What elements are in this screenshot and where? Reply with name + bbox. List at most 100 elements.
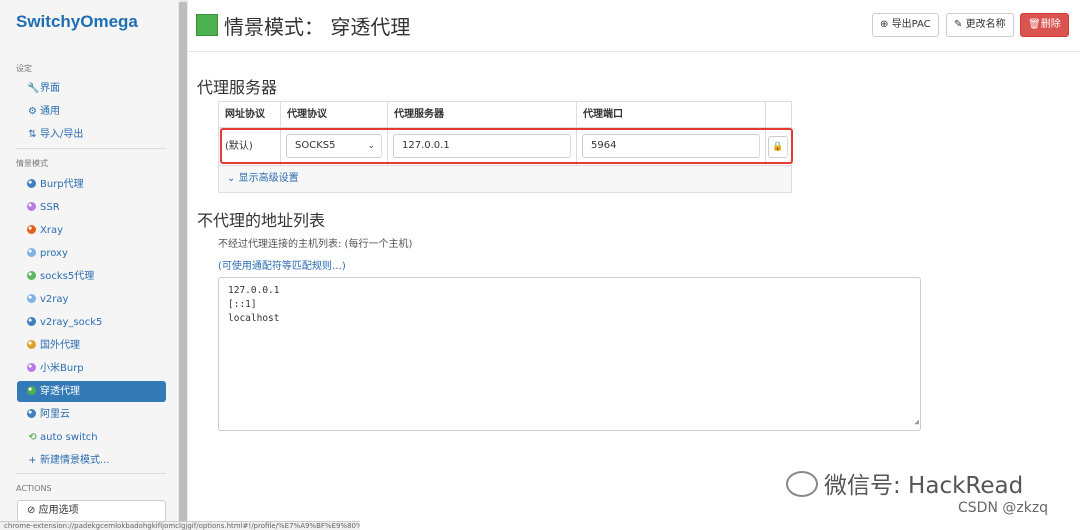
proxy-port-input[interactable]: 5964 xyxy=(582,134,760,158)
sidebar-item-label: v2ray_sock5 xyxy=(40,317,103,328)
sidebar-item-label: 穿透代理 xyxy=(40,386,80,397)
sidebar-item-label: SSR xyxy=(40,202,60,213)
app-logo[interactable]: SwitchyOmega xyxy=(16,12,138,32)
sidebar-item-profile-active[interactable]: 穿透代理 xyxy=(17,381,166,402)
globe-icon xyxy=(27,317,36,326)
sidebar-item-profile[interactable]: 阿里云 xyxy=(17,404,166,425)
column-header-scheme: 网址协议 xyxy=(219,102,281,127)
globe-icon xyxy=(27,179,36,188)
sidebar-item-profile[interactable]: 小米Burp xyxy=(17,358,166,379)
scheme-cell: (默认) xyxy=(219,128,281,165)
rename-label: 更改名称 xyxy=(965,19,1006,30)
table-row: (默认) SOCKS5 ⌄ 127.0.0.1 5964 🔒 xyxy=(219,128,791,166)
sidebar-item-label: proxy xyxy=(40,248,68,259)
protocol-select[interactable]: SOCKS5 ⌄ xyxy=(286,134,382,158)
sidebar-item-label: 小米Burp xyxy=(40,363,84,374)
delete-button[interactable]: 🗑删除 xyxy=(1020,13,1069,37)
new-profile-button[interactable]: + 新建情景模式... xyxy=(17,450,166,471)
export-pac-label: 导出PAC xyxy=(891,19,931,30)
sidebar-divider xyxy=(16,473,166,474)
sidebar-item-label: socks5代理 xyxy=(40,271,95,282)
table-header: 网址协议 代理协议 代理服务器 代理端口 xyxy=(219,102,791,128)
globe-icon xyxy=(27,294,36,303)
port-cell: 5964 xyxy=(577,128,766,165)
resize-handle-icon[interactable]: ◢ xyxy=(914,415,919,429)
column-header-actions xyxy=(766,102,791,127)
sidebar-item-label: 新建情景模式... xyxy=(40,455,110,466)
sidebar-item-profile[interactable]: Burp代理 xyxy=(17,174,166,195)
sidebar: SwitchyOmega 设定 🔧界面 ⚙ 通用 ⇅ 导入/导出 情景模式 Burp… xyxy=(0,0,178,530)
import-export-icon: ⇅ xyxy=(28,129,37,140)
profiles-section-label: 情景模式 xyxy=(16,159,48,168)
sidebar-item-label: 导入/导出 xyxy=(40,129,84,140)
refresh-icon: ⟲ xyxy=(28,432,37,443)
globe-icon xyxy=(27,225,36,234)
column-header-port: 代理端口 xyxy=(577,102,766,127)
protocol-cell: SOCKS5 ⌄ xyxy=(281,128,388,165)
sidebar-item-import-export[interactable]: ⇅ 导入/导出 xyxy=(17,124,166,145)
auth-cell: 🔒 xyxy=(766,135,791,158)
show-advanced-label: 显示高级设置 xyxy=(238,173,299,184)
delete-label: 删除 xyxy=(1040,19,1061,30)
wechat-icon xyxy=(786,471,818,497)
server-cell: 127.0.0.1 xyxy=(388,128,577,165)
scrollbar-thumb[interactable] xyxy=(179,2,187,522)
proxy-host-input[interactable]: 127.0.0.1 xyxy=(393,134,571,158)
sidebar-item-profile[interactable]: Xray xyxy=(17,220,166,241)
bypass-description: 不经过代理连接的主机列表: (每行一个主机) xyxy=(218,239,413,250)
trash-icon: 🗑 xyxy=(1028,19,1041,30)
wildcard-help-link[interactable]: (可使用通配符等匹配规则…) xyxy=(218,257,346,272)
sidebar-item-label: 通用 xyxy=(40,106,60,117)
globe-icon xyxy=(27,386,36,395)
actions-section-label: ACTIONS xyxy=(16,484,52,493)
profile-color-swatch[interactable] xyxy=(196,14,218,36)
sidebar-item-interface[interactable]: 🔧界面 xyxy=(17,78,166,99)
wrench-icon: 🔧 xyxy=(27,83,40,94)
sidebar-item-label: 界面 xyxy=(40,83,60,94)
lock-icon[interactable]: 🔒 xyxy=(768,135,788,158)
sidebar-item-label: Burp代理 xyxy=(40,179,84,190)
wechat-watermark-text: 微信号: HackRead xyxy=(824,473,1024,499)
sidebar-item-profile[interactable]: SSR xyxy=(17,197,166,218)
proxy-servers-heading: 代理服务器 xyxy=(197,78,278,97)
app-root: SwitchyOmega 设定 🔧界面 ⚙ 通用 ⇅ 导入/导出 情景模式 Burp… xyxy=(0,0,1080,530)
sidebar-item-label: v2ray xyxy=(40,294,69,305)
apply-options-label: 应用选项 xyxy=(38,505,79,516)
globe-icon xyxy=(27,202,36,211)
settings-section-label: 设定 xyxy=(16,64,32,73)
rename-button[interactable]: ✎ 更改名称 xyxy=(946,13,1014,37)
protocol-value: SOCKS5 xyxy=(295,140,336,151)
browser-status-bar: chrome-extension://padekgcemlokbadohgkif… xyxy=(0,521,360,530)
sidebar-item-label: auto switch xyxy=(40,432,98,443)
sidebar-item-label: Xray xyxy=(40,225,64,236)
globe-icon xyxy=(27,363,36,372)
sidebar-item-profile[interactable]: v2ray_sock5 xyxy=(17,312,166,333)
sidebar-item-auto-switch[interactable]: ⟲ auto switch xyxy=(17,427,166,448)
globe-icon xyxy=(27,271,36,280)
proxy-servers-table: 网址协议 代理协议 代理服务器 代理端口 (默认) SOCKS5 ⌄ 127.0… xyxy=(218,101,792,193)
check-circle-icon: ⊘ xyxy=(27,505,36,516)
bypass-list-textarea[interactable]: 127.0.0.1 [::1] localhost ◢ xyxy=(218,277,921,431)
apply-options-button[interactable]: ⊘ 应用选项 xyxy=(17,500,166,522)
bypass-list-heading: 不代理的地址列表 xyxy=(197,211,326,230)
column-header-server: 代理服务器 xyxy=(388,102,577,127)
show-advanced-link[interactable]: ⌄ 显示高级设置 xyxy=(219,166,791,192)
export-pac-button[interactable]: ⊕ 导出PAC xyxy=(872,13,939,37)
page-title: 情景模式： 穿透代理 xyxy=(224,15,411,39)
chevron-down-icon: ⌄ xyxy=(367,141,375,151)
globe-icon xyxy=(27,409,36,418)
chevron-down-icon: ⌄ xyxy=(227,173,236,184)
page-header: 情景模式： 穿透代理 ⊕ 导出PAC ✎ 更改名称 🗑删除 xyxy=(188,0,1080,52)
edit-icon: ✎ xyxy=(954,19,963,30)
sidebar-item-profile[interactable]: proxy xyxy=(17,243,166,264)
sidebar-item-label: 阿里云 xyxy=(40,409,70,420)
plus-icon: + xyxy=(28,455,37,466)
sidebar-item-profile[interactable]: v2ray xyxy=(17,289,166,310)
bypass-line: localhost xyxy=(228,313,280,324)
sidebar-scrollbar[interactable] xyxy=(178,0,188,530)
sidebar-item-profile[interactable]: socks5代理 xyxy=(17,266,166,287)
sidebar-item-general[interactable]: ⚙ 通用 xyxy=(17,101,166,122)
column-header-protocol: 代理协议 xyxy=(281,102,388,127)
bypass-line: 127.0.0.1 xyxy=(228,285,280,296)
sidebar-item-profile[interactable]: 国外代理 xyxy=(17,335,166,356)
